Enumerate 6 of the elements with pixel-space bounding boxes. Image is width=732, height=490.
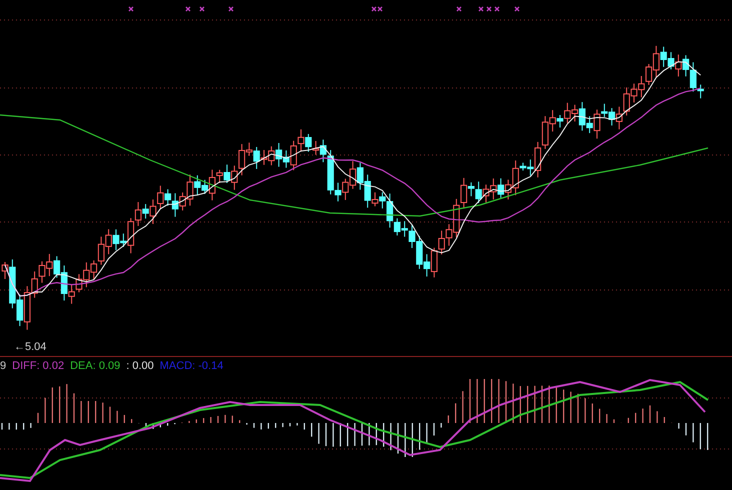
indicator-label: DIFF: 0.02 xyxy=(12,360,64,374)
indicator-label: MACD: -0.14 xyxy=(160,360,224,374)
indicator-label: : 0.00 xyxy=(126,360,154,374)
indicator-label: 9 xyxy=(0,360,6,374)
indicator-label: DEA: 0.09 xyxy=(70,360,120,374)
price-low-label: ←5.04 xyxy=(14,341,46,353)
